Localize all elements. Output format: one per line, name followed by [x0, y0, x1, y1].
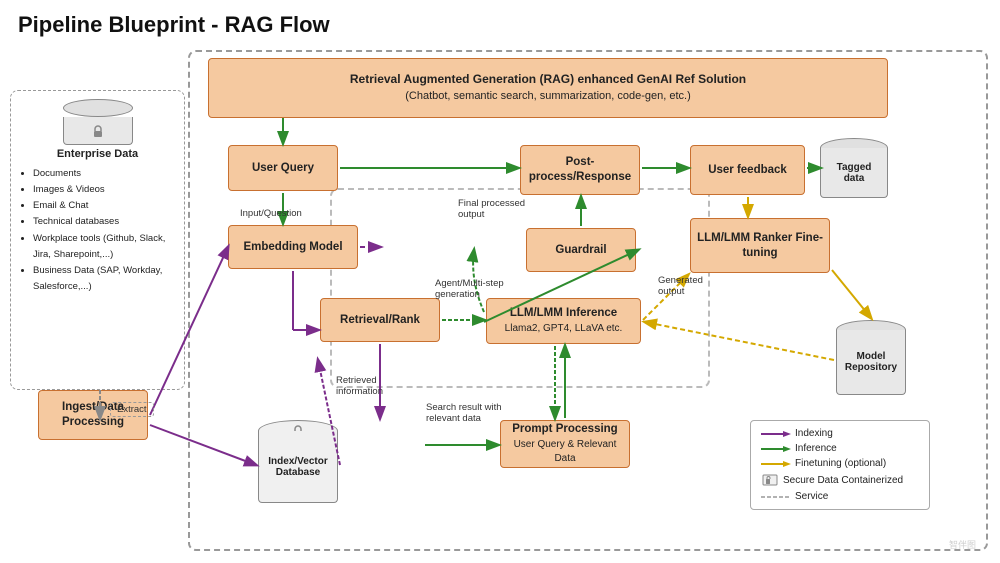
rag-header-box: Retrieval Augmented Generation (RAG) enh… — [208, 58, 888, 118]
label-extract: Extract — [110, 402, 154, 417]
user-query-box: User Query — [228, 145, 338, 191]
label-generated-output: Generatedoutput — [658, 275, 703, 297]
legend-indexing: Indexing — [795, 428, 833, 439]
legend-secure: Secure Data Containerized — [783, 475, 903, 486]
enterprise-list: Documents Images & Videos Email & Chat T… — [19, 166, 176, 295]
label-agent-multistep: Agent/Multi-stepgeneration — [435, 278, 504, 300]
rag-header-text: Retrieval Augmented Generation (RAG) enh… — [350, 72, 746, 103]
page-title: Pipeline Blueprint - RAG Flow — [0, 0, 1000, 44]
label-search-result: Search result withrelevant data — [426, 402, 502, 424]
legend-service: Service — [795, 491, 828, 502]
legend-inference: Inference — [795, 443, 837, 454]
index-vector-db-area: Index/VectorDatabase — [258, 420, 338, 510]
embedding-model-box: Embedding Model — [228, 225, 358, 269]
enterprise-title: Enterprise Data — [19, 148, 176, 160]
llm-ranker-box: LLM/LMM Ranker Fine-tuning — [690, 218, 830, 273]
llm-inference-box: LLM/LMM InferenceLlama2, GPT4, LLaVA etc… — [486, 298, 641, 344]
user-feedback-box: User feedback — [690, 145, 805, 195]
prompt-processing-box: Prompt ProcessingUser Query & Relevant D… — [500, 420, 630, 468]
guardrail-box: Guardrail — [526, 228, 636, 272]
enterprise-data-area: Enterprise Data Documents Images & Video… — [10, 90, 185, 390]
label-final-processed: Final processedoutput — [458, 198, 525, 220]
tagged-data-area: Taggeddata — [820, 138, 888, 200]
legend-finetuning: Finetuning (optional) — [795, 458, 886, 469]
model-repository-area: ModelRepository — [836, 320, 906, 400]
label-retrieved-info: Retrievedinformation — [336, 375, 383, 397]
watermark: 智伴图 — [949, 538, 976, 551]
legend-box: Indexing Inference Finetuning (optional)… — [750, 420, 930, 510]
label-input-question: Input/Question — [240, 208, 302, 219]
retrieval-rank-box: Retrieval/Rank — [320, 298, 440, 342]
diagram-area: Retrieval Augmented Generation (RAG) enh… — [10, 50, 990, 555]
post-process-box: Post-process/Response — [520, 145, 640, 195]
